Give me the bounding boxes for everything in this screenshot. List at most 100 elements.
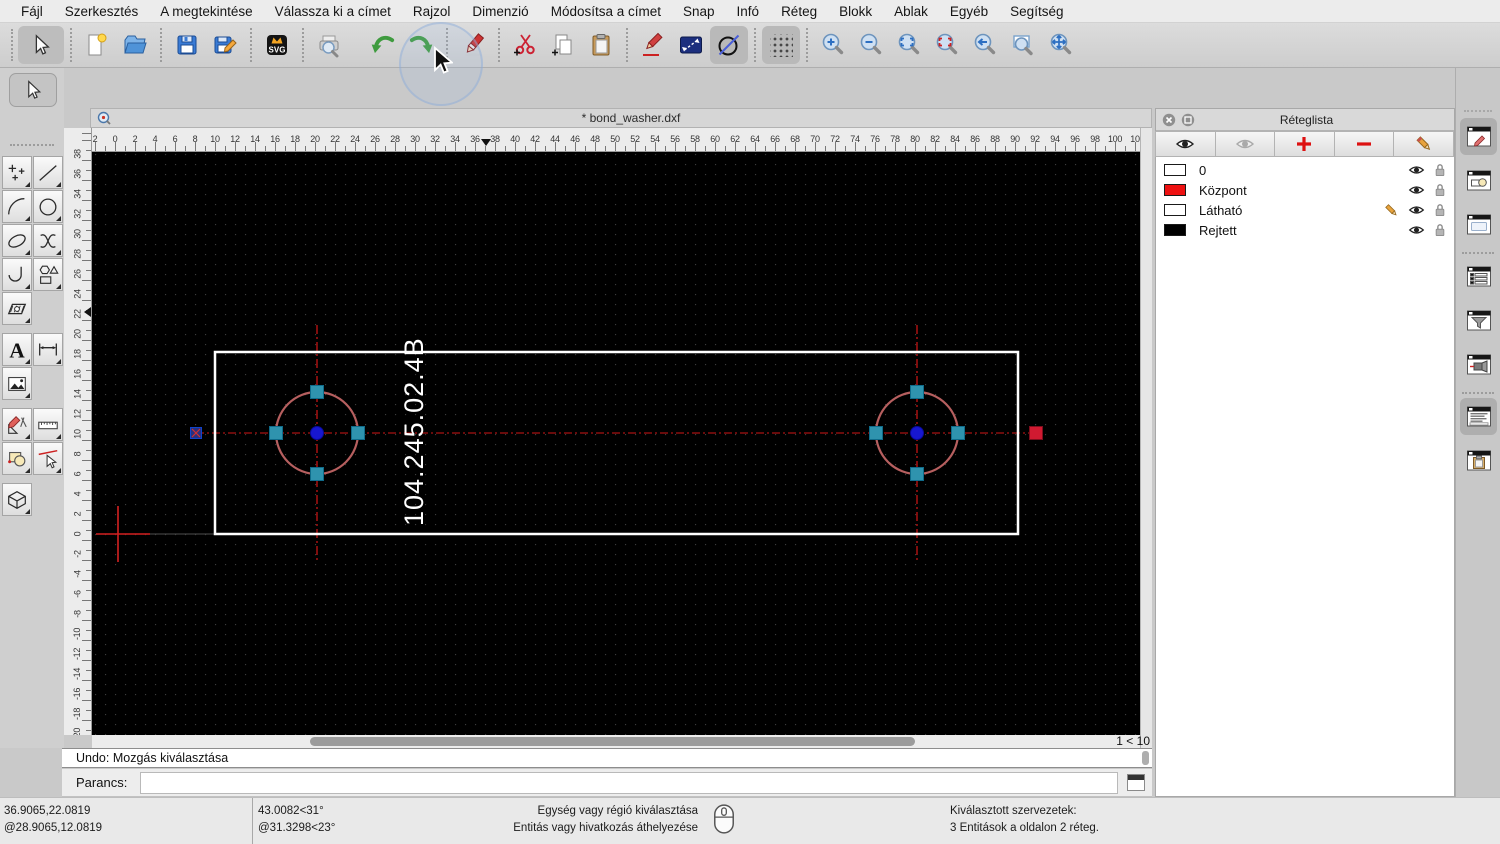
print-preview-button[interactable]	[310, 26, 348, 64]
menu-item[interactable]: Infó	[726, 0, 771, 23]
order-button[interactable]	[672, 26, 710, 64]
scrollbar-thumb[interactable]	[310, 737, 915, 746]
annotation-text[interactable]: 104.245.02.4B	[399, 337, 429, 526]
centerline-start-handle[interactable]	[190, 427, 202, 439]
undock-icon[interactable]	[1181, 113, 1195, 127]
layer-row[interactable]: 0	[1156, 160, 1454, 180]
right-center-point[interactable]	[910, 426, 924, 440]
tool-hatch[interactable]	[1, 292, 32, 325]
zoom-auto-button[interactable]	[890, 26, 928, 64]
tool-ellipse[interactable]	[1, 224, 32, 257]
centerline-end-handle[interactable]	[1029, 426, 1043, 440]
open-file-button[interactable]	[116, 26, 154, 64]
layer-row[interactable]: Központ	[1156, 180, 1454, 200]
remove-layer-button[interactable]	[1333, 131, 1395, 157]
copy-button[interactable]	[544, 26, 582, 64]
drawing-canvas[interactable]: 104.245.02.4B	[92, 152, 1140, 735]
library-dock-button[interactable]	[1460, 206, 1497, 243]
pan-button[interactable]	[1042, 26, 1080, 64]
menu-item[interactable]: Szerkesztés	[54, 0, 150, 23]
layer-row[interactable]: Látható	[1156, 200, 1454, 220]
layer-visibility-icon[interactable]	[1408, 164, 1425, 176]
zoom-out-button[interactable]	[852, 26, 890, 64]
tool-dimension[interactable]	[32, 333, 63, 366]
layer-lock-icon[interactable]	[1434, 163, 1446, 177]
tool-select-entity[interactable]	[32, 442, 63, 475]
menu-item[interactable]: Segítség	[999, 0, 1074, 23]
document-title-bar[interactable]: * bond_washer.dxf	[90, 108, 1152, 128]
save-as-button[interactable]	[206, 26, 244, 64]
history-scrollbar[interactable]	[1142, 751, 1149, 765]
tool-points[interactable]	[1, 156, 32, 189]
arc-icon	[7, 197, 24, 214]
menu-item[interactable]: Réteg	[770, 0, 828, 23]
layer-visibility-icon[interactable]	[1408, 204, 1425, 216]
drawing-area[interactable]: 104.245.02.4B	[92, 152, 1140, 735]
tool-image[interactable]	[1, 367, 32, 400]
tool-polygon[interactable]	[32, 258, 63, 291]
menu-item[interactable]: Ablak	[883, 0, 939, 23]
divide-button[interactable]	[710, 26, 748, 64]
svg-export-button[interactable]: SVG	[258, 26, 296, 64]
tool-spline[interactable]	[32, 224, 63, 257]
tool-circle[interactable]	[32, 190, 63, 223]
attributes-button[interactable]	[634, 26, 672, 64]
hide-all-layers-button[interactable]	[1214, 131, 1276, 157]
menu-item[interactable]: Dimenzió	[461, 0, 539, 23]
paste-button[interactable]	[582, 26, 620, 64]
select-tool-button-palette[interactable]	[9, 73, 57, 107]
command-input[interactable]	[140, 772, 1118, 794]
layer-row[interactable]: Rejtett	[1156, 220, 1454, 240]
menu-item[interactable]: Válassza ki a címet	[264, 0, 402, 23]
layer-lock-icon[interactable]	[1434, 223, 1446, 237]
menu-item[interactable]: Blokk	[828, 0, 883, 23]
keyboard-icon[interactable]	[1127, 774, 1145, 791]
menu-item[interactable]: A megtekintése	[149, 0, 263, 23]
tool-polyline[interactable]	[1, 258, 32, 291]
toolbar-separator	[806, 28, 808, 62]
selection-filter-dock-button[interactable]	[1460, 302, 1497, 339]
clipboard-dock-button[interactable]	[1460, 442, 1497, 479]
select-tool-button[interactable]	[18, 26, 64, 64]
polar-relative: @31.3298<23°	[258, 822, 336, 834]
cut-button[interactable]	[506, 26, 544, 64]
zoom-previous-icon	[974, 33, 996, 55]
tool-block[interactable]	[1, 442, 32, 475]
close-icon[interactable]	[1162, 113, 1176, 127]
save-button[interactable]	[168, 26, 206, 64]
zoom-previous-button[interactable]	[966, 26, 1004, 64]
menu-item[interactable]: Rajzol	[402, 0, 462, 23]
entity-list-dock-button[interactable]	[1460, 258, 1497, 295]
zoom-selected-icon	[936, 33, 958, 55]
undo-button[interactable]	[364, 26, 402, 64]
tool-arc[interactable]	[1, 190, 32, 223]
add-layer-button[interactable]	[1274, 131, 1335, 157]
tool-3d[interactable]	[1, 483, 32, 516]
left-center-point[interactable]	[310, 426, 324, 440]
tool-text[interactable]: A	[1, 333, 32, 366]
zoom-in-button[interactable]	[814, 26, 852, 64]
layer-visibility-icon[interactable]	[1408, 224, 1425, 236]
menu-item[interactable]: Módosítsa a címet	[540, 0, 672, 23]
tool-measure[interactable]	[32, 408, 63, 441]
edit-layer-button[interactable]	[1393, 131, 1454, 157]
block-list-dock-button[interactable]	[1460, 162, 1497, 199]
grid-toggle-button[interactable]	[762, 26, 800, 64]
layer-list-dock-button[interactable]	[1460, 118, 1497, 155]
layer-lock-icon[interactable]	[1434, 183, 1446, 197]
pen-palette-dock-button[interactable]	[1460, 346, 1497, 383]
layer-lock-icon[interactable]	[1434, 203, 1446, 217]
zoom-window-button[interactable]	[1004, 26, 1042, 64]
command-line-dock-button[interactable]	[1460, 398, 1497, 435]
layer-visibility-icon[interactable]	[1408, 184, 1425, 196]
menu-item[interactable]: Egyéb	[939, 0, 999, 23]
new-file-button[interactable]	[78, 26, 116, 64]
menu-item[interactable]: Fájl	[10, 0, 54, 23]
tool-line[interactable]	[32, 156, 63, 189]
menu-item[interactable]: Snap	[672, 0, 726, 23]
tool-modify[interactable]	[1, 408, 32, 441]
zoom-selected-button[interactable]	[928, 26, 966, 64]
show-all-layers-button[interactable]	[1155, 131, 1216, 157]
horizontal-scrollbar[interactable]	[92, 735, 1140, 748]
vertical-scrollbar[interactable]	[1140, 128, 1152, 748]
